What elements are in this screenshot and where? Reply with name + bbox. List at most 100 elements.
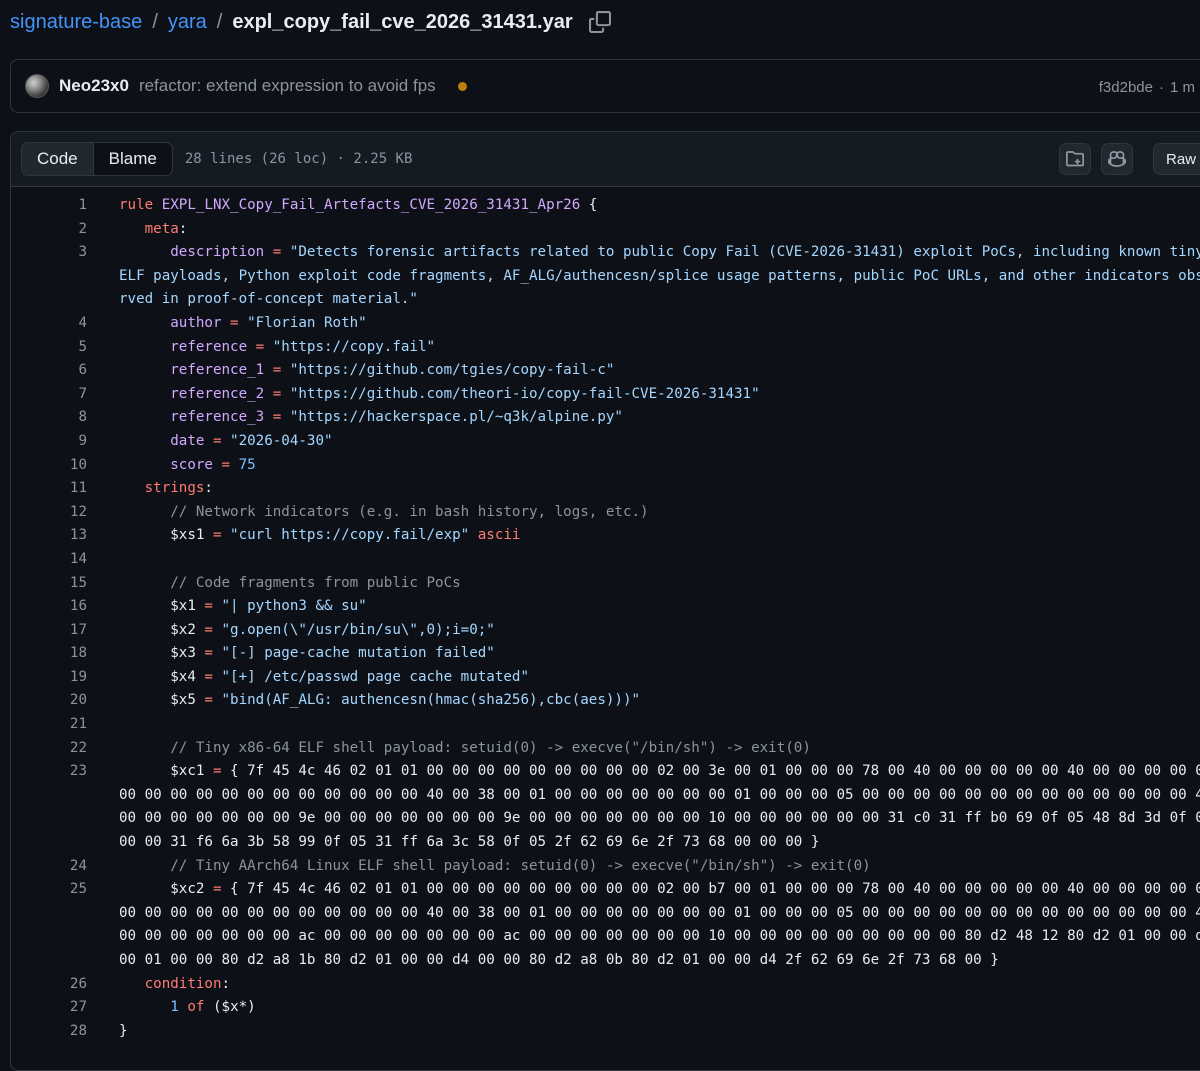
breadcrumb-file-name: expl_copy_fail_cve_2026_31431.yar <box>232 10 573 33</box>
line-number[interactable]: 19 <box>11 666 87 690</box>
code-token: = <box>204 763 231 780</box>
line-number[interactable]: 25 <box>11 878 87 972</box>
line-number[interactable]: 2 <box>11 218 87 242</box>
line-number[interactable]: 5 <box>11 336 87 360</box>
line-content <box>119 713 1200 737</box>
line-number[interactable]: 28 <box>11 1020 87 1044</box>
code-token: { 7f 45 4c 46 02 01 01 00 00 00 00 00 00… <box>119 881 1200 968</box>
commit-status-dot-icon[interactable] <box>457 81 467 91</box>
line-number[interactable]: 8 <box>11 406 87 430</box>
copy-path-icon[interactable] <box>588 11 611 33</box>
commit-message-link[interactable]: refactor: extend expression to avoid fps <box>139 76 436 96</box>
code-line: 7 reference_2 = "https://github.com/theo… <box>11 383 1200 407</box>
line-number[interactable]: 24 <box>11 855 87 879</box>
code-token: = <box>212 456 239 473</box>
breadcrumb: signature-base / yara / expl_copy_fail_c… <box>10 8 611 36</box>
line-content: // Network indicators (e.g. in bash hist… <box>119 501 1200 525</box>
line-number[interactable]: 9 <box>11 430 87 454</box>
line-content: reference_2 = "https://github.com/theori… <box>119 383 1200 407</box>
tab-code[interactable]: Code <box>22 143 94 175</box>
line-number[interactable]: 22 <box>11 737 87 761</box>
raw-button[interactable]: Raw <box>1153 143 1200 175</box>
code-line: 10 score = 75 <box>11 454 1200 478</box>
code-line: 24 // Tiny AArch64 Linux ELF shell paylo… <box>11 855 1200 879</box>
line-number[interactable]: 10 <box>11 454 87 478</box>
code-token: = <box>204 527 231 544</box>
line-number[interactable]: 17 <box>11 619 87 643</box>
line-number[interactable]: 13 <box>11 524 87 548</box>
code-token: score <box>170 456 213 473</box>
breadcrumb-folder-link[interactable]: yara <box>168 11 207 34</box>
code-token: EXPL_LNX_Copy_Fail_Artefacts_CVE_2026_31… <box>161 197 581 213</box>
code-token: $xc1 <box>170 763 205 780</box>
code-token: "g.open(\"/usr/bin/su\",0);i=0;" <box>221 621 495 638</box>
line-number[interactable]: 14 <box>11 548 87 572</box>
code-line: 22 // Tiny x86-64 ELF shell payload: set… <box>11 737 1200 761</box>
line-number[interactable]: 16 <box>11 595 87 619</box>
line-content: $x2 = "g.open(\"/usr/bin/su\",0);i=0;" <box>119 619 1200 643</box>
code-token: date <box>170 432 205 449</box>
line-number[interactable]: 23 <box>11 760 87 854</box>
file-viewer: Code Blame 28 lines (26 loc) · 2.25 KB R… <box>10 131 1200 1071</box>
code-token: = <box>204 881 231 898</box>
tab-blame[interactable]: Blame <box>94 143 172 175</box>
line-number[interactable]: 3 <box>11 241 87 312</box>
line-number[interactable]: 18 <box>11 642 87 666</box>
code-token: = <box>264 385 290 402</box>
line-number[interactable]: 4 <box>11 312 87 336</box>
code-token: = <box>247 338 273 355</box>
line-number[interactable]: 6 <box>11 359 87 383</box>
code-token: strings <box>144 480 205 497</box>
code-line: 28} <box>11 1020 1200 1044</box>
code-token: = <box>195 598 222 615</box>
line-number[interactable]: 1 <box>11 194 87 218</box>
code-token: reference_1 <box>170 362 265 379</box>
code-line: 16 $x1 = "| python3 && su" <box>11 595 1200 619</box>
code-token: = <box>204 432 231 449</box>
symbols-panel-button[interactable] <box>1059 143 1091 175</box>
commit-sha-link[interactable]: f3d2bde <box>1099 79 1153 96</box>
code-token: "[+] /etc/passwd page cache mutated" <box>221 668 530 685</box>
code-token: rule <box>119 197 162 213</box>
avatar[interactable] <box>25 74 49 98</box>
line-content: meta: <box>119 218 1200 242</box>
breadcrumb-repo-link[interactable]: signature-base <box>10 11 142 34</box>
line-content: description = "Detects forensic artifact… <box>119 241 1200 312</box>
line-number[interactable]: 7 <box>11 383 87 407</box>
line-number[interactable]: 26 <box>11 973 87 997</box>
code-token: = <box>195 668 222 685</box>
line-number[interactable]: 15 <box>11 572 87 596</box>
code-line: 26 condition: <box>11 973 1200 997</box>
code-token: meta <box>144 220 179 237</box>
line-content: $xs1 = "curl https://copy.fail/exp" asci… <box>119 524 1200 548</box>
file-header: Code Blame 28 lines (26 loc) · 2.25 KB R… <box>11 132 1200 187</box>
line-number[interactable]: 20 <box>11 689 87 713</box>
commit-author-link[interactable]: Neo23x0 <box>59 76 129 96</box>
code-line: 15 // Code fragments from public PoCs <box>11 572 1200 596</box>
line-number[interactable]: 27 <box>11 996 87 1020</box>
copilot-button[interactable] <box>1101 143 1133 175</box>
view-mode-toggle: Code Blame <box>21 142 173 176</box>
code-line: 11 strings: <box>11 477 1200 501</box>
code-token: "bind(AF_ALG: authencesn(hmac(sha256),cb… <box>221 692 641 709</box>
code-token: // Tiny AArch64 Linux ELF shell payload:… <box>170 857 871 874</box>
code-token: description <box>170 244 265 261</box>
line-number[interactable]: 21 <box>11 713 87 737</box>
code-token: reference_2 <box>170 385 265 402</box>
code-token: $x* <box>221 999 248 1016</box>
line-number[interactable]: 12 <box>11 501 87 525</box>
line-number[interactable]: 11 <box>11 477 87 501</box>
code-line: 9 date = "2026-04-30" <box>11 430 1200 454</box>
code-token: 1 <box>170 999 179 1016</box>
